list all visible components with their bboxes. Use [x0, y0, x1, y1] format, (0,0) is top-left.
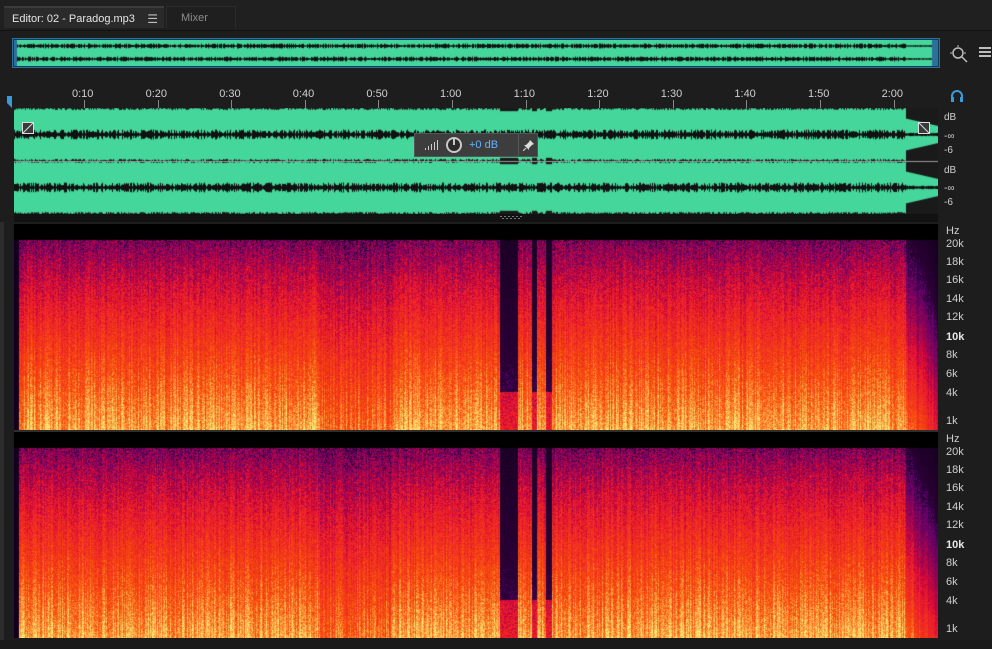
hz-tick-label: 16k: [946, 274, 964, 286]
ruler-tick-label: 0:10: [72, 88, 94, 100]
volume-value[interactable]: +0 dB: [469, 139, 498, 151]
db-label-6-bottom: -6: [944, 197, 953, 208]
ruler-tick-mark: [525, 100, 527, 108]
menu-icon[interactable]: ☰: [147, 8, 158, 30]
ruler-tick-label: 1:30: [660, 88, 683, 100]
ruler-tick-label: 0:40: [292, 88, 315, 100]
ruler-tick-label: 1:10: [513, 88, 536, 100]
hz-tick-label: 6k: [946, 368, 958, 380]
ruler-tick-label: 2:00: [881, 88, 904, 100]
level-icon: [425, 140, 438, 150]
resize-grip-icon[interactable]: [500, 216, 524, 219]
hz-tick-label: 10k: [946, 331, 965, 343]
fade-out-icon[interactable]: [918, 122, 930, 134]
hz-unit-label: Hz: [946, 225, 960, 237]
ruler-tick-label: 1:50: [808, 88, 830, 100]
spectral-display-channel-left[interactable]: [14, 224, 938, 430]
hz-tick-label: 4k: [946, 387, 958, 399]
db-unit-label-bottom: dB: [944, 165, 957, 176]
waveform-display[interactable]: [14, 108, 938, 214]
hz-unit-label: Hz: [946, 433, 960, 445]
fade-in-icon[interactable]: [22, 122, 34, 134]
bottom-bar: [0, 640, 992, 649]
tab-mixer-label: Mixer: [181, 12, 208, 24]
hz-tick-label: 8k: [946, 557, 958, 569]
hz-tick-label: 14k: [946, 293, 964, 305]
headphone-icon[interactable]: [949, 88, 965, 104]
ruler-tick-mark: [820, 100, 821, 108]
ruler-tick-mark: [893, 100, 895, 108]
pin-icon[interactable]: [523, 139, 535, 151]
ruler-tick-mark: [157, 100, 159, 108]
hz-tick-label: 1k: [946, 623, 958, 635]
db-unit-label-top: dB: [944, 112, 957, 123]
ruler-tick-mark: [746, 100, 748, 108]
ruler-tick-label: 0:30: [219, 88, 241, 100]
ruler-tick-mark: [452, 100, 453, 108]
tab-mixer[interactable]: Mixer: [166, 6, 236, 28]
overview-waveform: [14, 40, 938, 66]
hz-tick-label: 18k: [946, 256, 964, 268]
ruler-tick-label: 1:40: [734, 88, 756, 100]
db-label-inf-top: -∞: [944, 131, 955, 142]
hz-tick-label: 1k: [946, 415, 958, 427]
view-divider[interactable]: [14, 214, 938, 222]
hz-tick-label: 20k: [946, 238, 964, 250]
tab-bar: Editor: 02 - Paradog.mp3 ☰ Mixer: [0, 0, 992, 31]
ruler-tick-label: 0:20: [145, 88, 168, 100]
ruler-tick-mark: [84, 100, 85, 108]
hz-tick-label: 16k: [946, 482, 964, 494]
hz-tick-label: 18k: [946, 464, 964, 476]
hz-tick-label: 14k: [946, 501, 964, 513]
ruler-tick-label: 1:00: [440, 88, 462, 100]
hz-tick-label: 12k: [946, 311, 964, 323]
db-label-inf-bottom: -∞: [944, 183, 955, 194]
hz-tick-label: 12k: [946, 519, 964, 531]
time-ruler[interactable]: 0:10 0:20 0:30 0:40 0:50 1:00 1:10 1:20 1:30 1:40…: [12, 86, 938, 108]
ruler-tick-label: 0:50: [366, 88, 388, 100]
zoom-icon[interactable]: [949, 44, 969, 64]
ruler-tick-mark: [599, 100, 601, 108]
tab-editor[interactable]: Editor: 02 - Paradog.mp3 ☰: [4, 6, 164, 28]
hz-tick-label: 10k: [946, 539, 965, 551]
hz-tick-label: 20k: [946, 446, 964, 458]
hz-tick-label: 6k: [946, 576, 958, 588]
ruler-tick-mark: [378, 100, 380, 108]
vertical-scrollbar[interactable]: [0, 222, 4, 642]
ruler-tick-mark: [672, 100, 674, 108]
list-icon[interactable]: [978, 45, 992, 61]
hud-separator: [518, 134, 519, 156]
hz-tick-label: 4k: [946, 595, 958, 607]
volume-knob-icon[interactable]: [445, 136, 463, 154]
ruler-tick-mark: [231, 100, 233, 108]
tab-editor-label: Editor: 02 - Paradog.mp3: [12, 13, 135, 25]
ruler-tick-label: 1:20: [587, 88, 609, 100]
db-label-6-top: -6: [944, 145, 953, 156]
hz-tick-label: 8k: [946, 349, 958, 361]
ruler-tick-mark: [304, 100, 306, 108]
spectral-display-channel-right[interactable]: [14, 432, 938, 638]
